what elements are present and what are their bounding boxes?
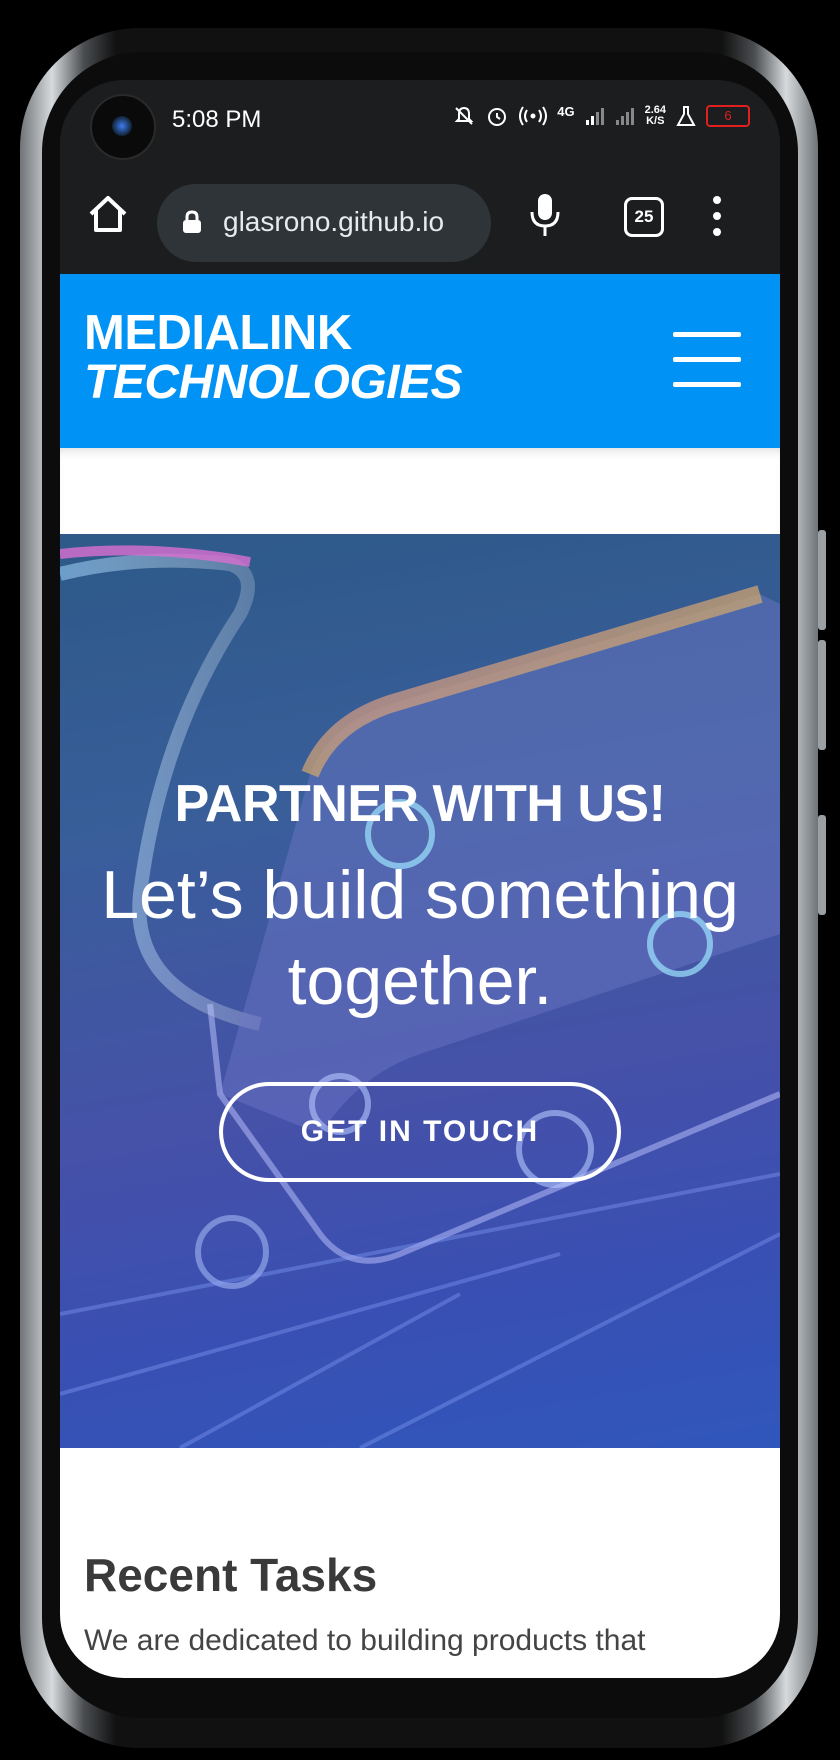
hero-subtitle-line1: Let’s build something [101, 857, 739, 933]
brand-name: MEDIALINK [84, 306, 352, 360]
address-bar[interactable]: glasrono.github.io [157, 184, 491, 262]
phone-screen: 5:08 PM 4G 2.64 K/S 6 glasrono.github.io… [60, 80, 780, 1678]
lock-icon [183, 210, 201, 233]
hero-subtitle-line2: together. [287, 943, 553, 1019]
section-description: We are dedicated to building products th… [84, 1624, 646, 1657]
hotspot-icon [519, 106, 548, 126]
status-bar: 5:08 PM 4G 2.64 K/S 6 [60, 80, 780, 162]
section-title: Recent Tasks [84, 1549, 378, 1601]
status-icons: 4G 2.64 K/S 6 [453, 104, 750, 128]
recent-tasks-section: Recent Tasks We are dedicated to buildin… [60, 1448, 780, 1678]
hero-section: PARTNER WITH US! Let’s build something t… [60, 534, 780, 1448]
front-camera [90, 94, 156, 160]
brand-tagline: TECHNOLOGIES [84, 356, 463, 409]
more-options-icon[interactable] [710, 194, 724, 238]
volume-down-button [818, 640, 826, 750]
battery-level: 6 [724, 108, 732, 123]
url-text: glasrono.github.io [223, 206, 445, 237]
signal-sim2-icon [615, 108, 634, 125]
browser-toolbar: glasrono.github.io 25 [60, 162, 780, 274]
signal-icon [585, 108, 604, 125]
battery-icon: 6 [706, 105, 750, 127]
mute-notifications-icon [454, 106, 474, 125]
site-navbar: MEDIALINK TECHNOLOGIES [60, 274, 780, 448]
navbar-spacer [60, 448, 780, 534]
net-speed-unit: K/S [646, 115, 665, 127]
hero-subtitle: Let’s build something together. [60, 852, 780, 1024]
volume-up-button [818, 530, 826, 630]
hero-title: PARTNER WITH US! [174, 775, 666, 833]
hamburger-menu-icon[interactable] [673, 332, 741, 388]
home-icon[interactable] [86, 192, 130, 236]
network-type-label: 4G [557, 103, 575, 119]
tab-count: 25 [634, 207, 654, 226]
brand-logo[interactable]: MEDIALINK TECHNOLOGIES [84, 306, 463, 409]
status-time: 5:08 PM [172, 106, 262, 133]
power-button [818, 815, 826, 915]
microphone-icon[interactable] [527, 192, 563, 238]
tab-switcher-button[interactable]: 25 [624, 197, 664, 237]
flask-icon [676, 106, 696, 126]
alarm-icon [488, 108, 507, 126]
net-speed: 2.64 K/S [645, 105, 666, 127]
get-in-touch-button[interactable]: GET IN TOUCH [219, 1082, 621, 1182]
